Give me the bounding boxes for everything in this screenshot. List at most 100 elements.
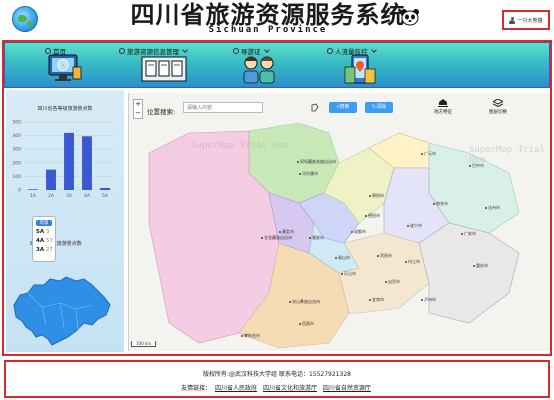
- watermark: SuperMap Trial Use: [191, 141, 289, 151]
- people-icon: [243, 56, 275, 84]
- city-label[interactable]: 马尔康市: [299, 171, 318, 177]
- search-icon: [119, 48, 125, 54]
- location-search-input[interactable]: [183, 102, 263, 113]
- city-label[interactable]: 南充市: [433, 201, 448, 207]
- panda-icon: [401, 9, 419, 26]
- city-label[interactable]: 自贡市: [385, 279, 400, 285]
- city-label[interactable]: 阿坝藏族羌族自治州: [297, 159, 336, 165]
- city-label[interactable]: 德阳市: [365, 213, 380, 219]
- sichuan-map: [129, 93, 550, 351]
- legend-value: 57: [45, 238, 53, 244]
- y-tick-label: 500: [12, 120, 21, 126]
- legend-box: 等级 5A 3 4A 57 3A 27: [32, 216, 56, 262]
- footer: 版权所有:@武汉科技大学组 联系电话：15527921328 友情链接： 四川省…: [4, 360, 550, 398]
- friend-links: 友情链接： 四川省人民政府 四川省文化和旅游厅 四川省自然资源厅: [6, 383, 548, 392]
- bar-5A[interactable]: [100, 187, 110, 190]
- city-label[interactable]: 内江市: [405, 259, 420, 265]
- link-sichuan-government[interactable]: 四川省人民政府: [215, 385, 257, 392]
- city-label[interactable]: 达州市: [485, 205, 500, 211]
- link-culture-tourism-dept[interactable]: 四川省文化和旅游厅: [263, 385, 317, 392]
- globe-logo-icon: [12, 6, 38, 32]
- city-label[interactable]: 攀枝花市: [241, 333, 260, 339]
- legend-grade: 5A: [36, 229, 45, 235]
- chevron-down-icon: [370, 47, 377, 53]
- zoom-control[interactable]: + −: [133, 99, 143, 119]
- layer-switch-label: 图层切换: [489, 110, 507, 115]
- city-label[interactable]: 康定市: [279, 229, 294, 235]
- city-label[interactable]: 遂宁市: [407, 223, 422, 229]
- copyright-text: 版权所有:@武汉科技大学组 联系电话：15527921328: [203, 371, 351, 378]
- bar-chart-title: 四川省各等级旅游景点数: [37, 106, 93, 112]
- zoom-out-button[interactable]: −: [134, 109, 142, 118]
- city-label[interactable]: 凉山彝族自治州: [289, 299, 320, 305]
- x-tick-label: 5A: [102, 193, 109, 199]
- city-label[interactable]: 眉山市: [335, 255, 350, 261]
- search-button-label: 搜索: [339, 104, 350, 110]
- legend-row: 4A 57: [36, 237, 55, 246]
- city-label[interactable]: 资阳市: [377, 253, 392, 259]
- search-icon: [233, 48, 239, 54]
- chevron-down-icon: [182, 47, 188, 53]
- y-tick-label: 200: [12, 160, 21, 166]
- city-label[interactable]: 甘孜藏族自治州: [261, 235, 292, 241]
- city-label[interactable]: 广元市: [421, 151, 436, 157]
- legend-grade: 4A: [36, 238, 45, 244]
- search-button[interactable]: ⌕搜索: [329, 102, 357, 113]
- city-label[interactable]: 乐山市: [341, 271, 356, 277]
- y-tick-label: 0: [18, 188, 21, 194]
- scale-bar: 100 km: [131, 341, 157, 347]
- layers-icon: [491, 98, 505, 108]
- y-tick-label: 100: [12, 174, 21, 180]
- clear-button[interactable]: ↻清除: [365, 102, 393, 113]
- legend-value: 27: [45, 247, 53, 253]
- page-subtitle: Sichuan Province: [208, 25, 328, 35]
- bar-1A[interactable]: [28, 189, 38, 190]
- zoom-in-button[interactable]: +: [134, 100, 142, 109]
- left-panel: 四川省各等级旅游景点数 01002003004005001A2A3A4A5A 四…: [6, 90, 124, 352]
- city-label[interactable]: 西昌市: [299, 321, 314, 327]
- legend-row: 3A 27: [36, 246, 55, 255]
- chevron-down-icon: [263, 47, 270, 53]
- friend-links-label: 友情链接：: [181, 385, 212, 392]
- header: 四川省旅游资源服务系统 Sichuan Province 一只大熊猫: [0, 0, 554, 38]
- x-tick-label: 1A: [30, 193, 37, 199]
- legend-grade: 3A: [36, 247, 45, 253]
- building-icon: [438, 99, 448, 107]
- x-tick-label: 3A: [66, 193, 73, 199]
- marker-tool-icon[interactable]: [311, 103, 319, 112]
- watermark: SuperMap Trial Use: [469, 145, 545, 165]
- local-feature-label: 地方特征: [434, 110, 452, 115]
- legend-header: 等级: [36, 220, 52, 226]
- city-label[interactable]: 雅安市: [309, 235, 324, 241]
- bar-chart: 0 100 200 300 400 500 1A 2A 3A 4A 5A: [12, 120, 114, 199]
- user-name: 一只大熊猫: [517, 17, 543, 24]
- city-label[interactable]: 宜宾市: [369, 297, 384, 303]
- monitor-fingerprint-icon: [48, 54, 82, 81]
- location-search-label: 位置搜索:: [147, 108, 176, 116]
- map-view[interactable]: 阿坝藏族羌族自治州 马尔康市 甘孜藏族自治州 康定市 雅安市 成都市 德阳市 绵阳市 广元市 巴中…: [128, 93, 550, 351]
- local-feature-button[interactable]: 地方特征: [433, 99, 453, 115]
- layer-switch-button[interactable]: 图层切换: [485, 98, 511, 115]
- city-label[interactable]: 重庆市: [473, 263, 488, 269]
- bar-3A[interactable]: [64, 132, 74, 190]
- eye-icon: [327, 48, 333, 54]
- y-tick-label: 300: [12, 147, 21, 153]
- bar-2A[interactable]: [46, 169, 56, 190]
- user-icon: [509, 16, 516, 24]
- city-label[interactable]: 绵阳市: [369, 193, 384, 199]
- y-tick-label: 400: [12, 133, 21, 139]
- x-tick-label: 2A: [48, 193, 55, 199]
- user-menu[interactable]: 一只大熊猫: [502, 10, 550, 30]
- phone-map-icon: [344, 54, 376, 84]
- bar-4A[interactable]: [82, 136, 92, 190]
- sichuan-mini-map: [13, 276, 111, 346]
- city-label[interactable]: 广安市: [461, 231, 476, 237]
- clear-button-label: 清除: [376, 104, 387, 110]
- legend-value: 3: [45, 229, 50, 235]
- city-label[interactable]: 成都市: [351, 229, 366, 235]
- cards-icon: [141, 56, 187, 82]
- legend-row: 5A 3: [36, 228, 55, 237]
- nav-bar: 首页 旅游资源信息管理 导游证 人流量监控: [4, 42, 550, 88]
- link-natural-resources-dept[interactable]: 四川省自然资源厅: [323, 385, 371, 392]
- city-label[interactable]: 泸州市: [421, 297, 436, 303]
